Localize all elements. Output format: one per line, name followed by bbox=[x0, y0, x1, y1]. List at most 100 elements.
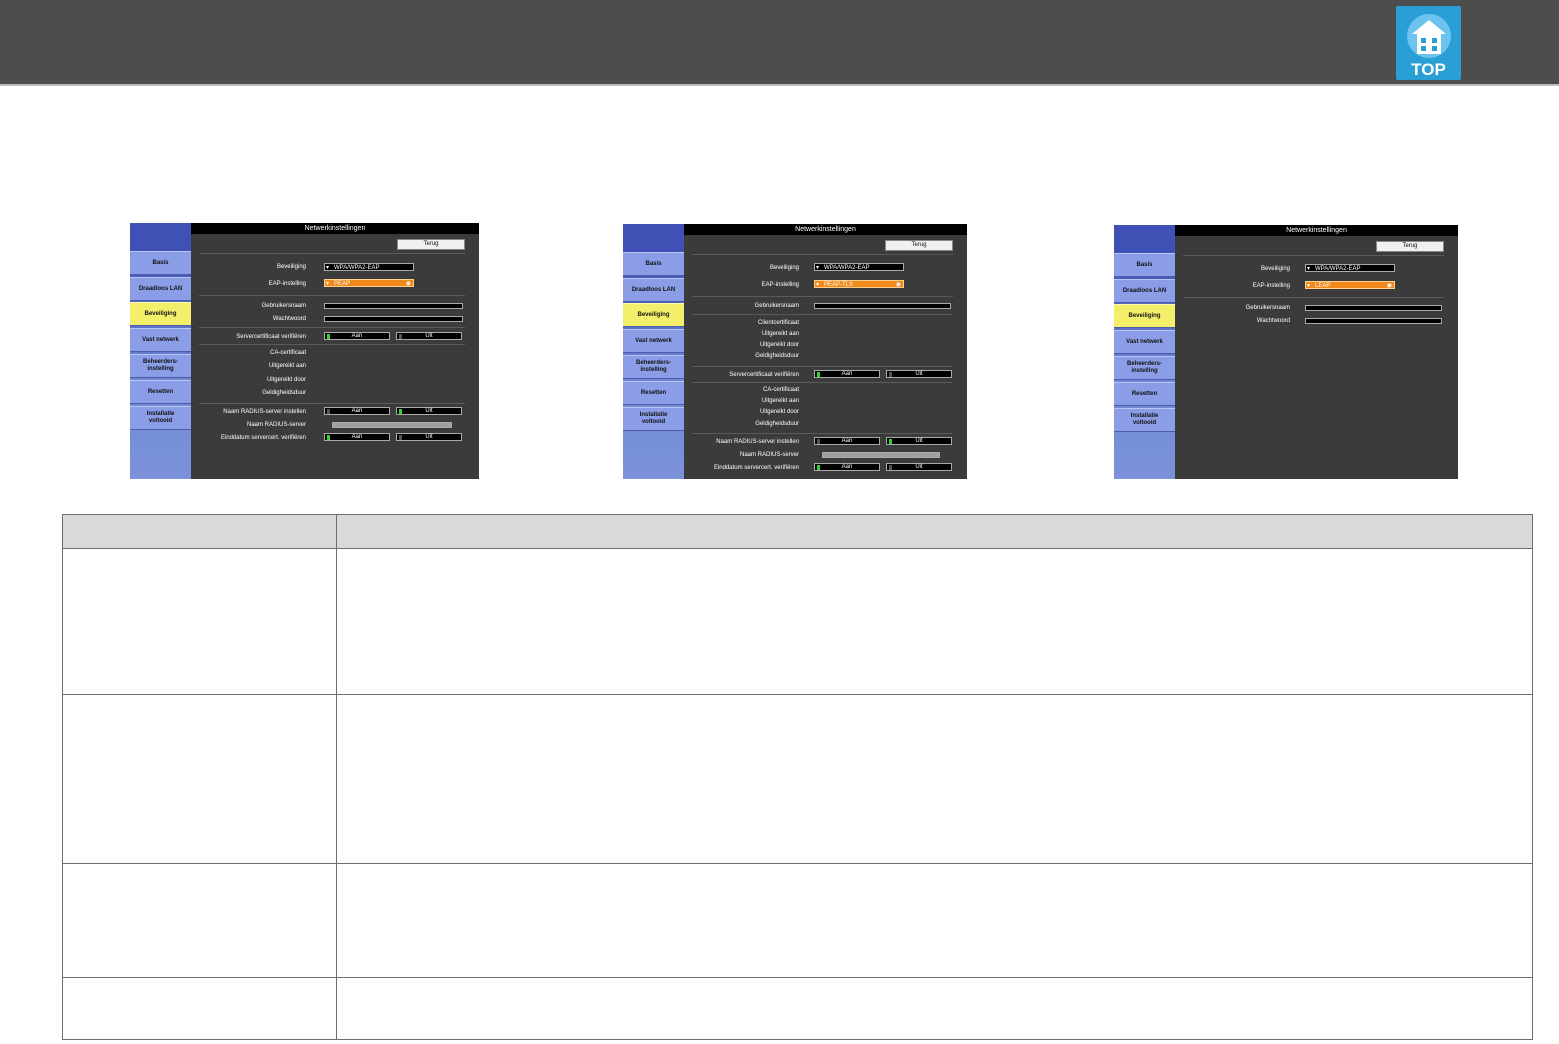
back-button[interactable]: Terug bbox=[397, 239, 465, 250]
tab-installatie-voltooid[interactable]: Installatie voltooid bbox=[1114, 408, 1175, 432]
tab-beheerders-instelling[interactable]: Beheerders- instelling bbox=[130, 354, 191, 378]
wachtwoord-input[interactable] bbox=[324, 316, 463, 322]
radius-uit-button[interactable]: Uit bbox=[886, 437, 952, 445]
dropdown-beveiliging[interactable]: WPA/WPA2-EAP bbox=[814, 263, 904, 272]
window-title: Netwerkinstellingen bbox=[684, 224, 967, 235]
radius-naam-input[interactable] bbox=[332, 422, 452, 428]
table-cell bbox=[62, 548, 337, 695]
dropdown-eap-instelling[interactable]: PEAP-TLS bbox=[814, 280, 904, 289]
dropdown-eap-instelling[interactable]: PEAP bbox=[324, 279, 414, 288]
table-header-row bbox=[62, 514, 1533, 549]
table-header-cell bbox=[336, 514, 1533, 549]
tab-installatie-voltooid[interactable]: Installatie voltooid bbox=[130, 406, 191, 430]
label-uitgereikt-aan-2: Uitgereikt aan bbox=[761, 398, 799, 404]
dropdown-eap-instelling[interactable]: LEAP bbox=[1305, 281, 1395, 290]
tab-installatie-voltooid[interactable]: Installatie voltooid bbox=[623, 407, 684, 431]
label-uitgereikt-aan: Uitgereikt aan bbox=[268, 363, 306, 369]
table-header-cell bbox=[62, 514, 337, 549]
tab-resetten[interactable]: Resetten bbox=[623, 381, 684, 405]
tab-basis[interactable]: Basis bbox=[623, 252, 684, 276]
label-gebruikersnaam: Gebruikersnaam bbox=[261, 303, 306, 309]
settings-panel: Netwerkinstellingen Terug Beveiliging WP… bbox=[1175, 225, 1458, 479]
tab-basis[interactable]: Basis bbox=[130, 251, 191, 275]
servercert-uit-button[interactable]: Uit bbox=[396, 332, 462, 340]
label-eap-instelling: EAP-instelling bbox=[268, 281, 306, 287]
table-cell bbox=[62, 977, 337, 1040]
sidebar: Basis Draadloos LAN Beveiliging Vast net… bbox=[623, 224, 684, 479]
tab-vast-netwerk[interactable]: Vast netwerk bbox=[1114, 330, 1175, 354]
wachtwoord-input[interactable] bbox=[1305, 318, 1442, 324]
toggle-indicator-icon bbox=[327, 435, 330, 440]
label-ca-certificaat: CA-certificaat bbox=[269, 350, 306, 356]
label-gebruikersnaam: Gebruikersnaam bbox=[754, 303, 799, 309]
gebruikersnaam-input[interactable] bbox=[1305, 305, 1442, 311]
toggle-indicator-icon bbox=[889, 439, 892, 444]
screenshot-peap: Basis Draadloos LAN Beveiliging Vast net… bbox=[130, 223, 479, 479]
toggle-indicator-icon bbox=[327, 409, 330, 414]
dropdown-beveiliging[interactable]: WPA/WPA2-EAP bbox=[1305, 264, 1395, 273]
radius-uit-button[interactable]: Uit bbox=[396, 407, 462, 415]
tab-resetten[interactable]: Resetten bbox=[1114, 382, 1175, 406]
label-uitgereikt-door: Uitgereikt door bbox=[266, 377, 306, 383]
label-clientcertificaat: Clientcertificaat bbox=[757, 320, 799, 326]
einddatum-uit-button[interactable]: Uit bbox=[886, 463, 952, 471]
label-geldigheidsduur: Geldigheidsduur bbox=[755, 353, 799, 359]
label-radius-instellen: Naam RADIUS-server instellen bbox=[223, 409, 306, 415]
table-cell bbox=[336, 694, 1533, 864]
radius-aan-button[interactable]: Aan bbox=[324, 407, 390, 415]
toggle-indicator-icon bbox=[399, 334, 402, 339]
label-servercertificaat-verifieren: Servercertificaat verifiëren bbox=[729, 372, 799, 378]
tab-basis[interactable]: Basis bbox=[1114, 253, 1175, 277]
toggle-indicator-icon bbox=[817, 372, 820, 377]
top-link-button[interactable]: TOP bbox=[1396, 6, 1461, 80]
radius-aan-button[interactable]: Aan bbox=[814, 437, 880, 445]
einddatum-aan-button[interactable]: Aan bbox=[814, 463, 880, 471]
table-row bbox=[62, 694, 1533, 864]
window-title: Netwerkinstellingen bbox=[191, 223, 479, 234]
gebruikersnaam-input[interactable] bbox=[324, 303, 463, 309]
servercert-uit-button[interactable]: Uit bbox=[886, 370, 952, 378]
tab-beheerders-instelling[interactable]: Beheerders- instelling bbox=[1114, 356, 1175, 380]
servercert-aan-button[interactable]: Aan bbox=[324, 332, 390, 340]
sidebar: Basis Draadloos LAN Beveiliging Vast net… bbox=[1114, 225, 1175, 479]
einddatum-aan-button[interactable]: Aan bbox=[324, 433, 390, 441]
label-radius-instellen: Naam RADIUS-server instellen bbox=[716, 439, 799, 445]
tab-beveiliging[interactable]: Beveiliging bbox=[130, 302, 191, 326]
label-geldigheidsduur: Geldigheidsduur bbox=[262, 390, 306, 396]
table-row bbox=[62, 548, 1533, 695]
gebruikersnaam-input[interactable] bbox=[814, 303, 951, 309]
label-eap-instelling: EAP-instelling bbox=[1252, 283, 1290, 289]
sidebar: Basis Draadloos LAN Beveiliging Vast net… bbox=[130, 223, 191, 479]
settings-panel: Netwerkinstellingen Terug Beveiliging WP… bbox=[684, 224, 967, 479]
toggle-indicator-icon bbox=[889, 372, 892, 377]
servercert-aan-button[interactable]: Aan bbox=[814, 370, 880, 378]
table-cell bbox=[336, 548, 1533, 695]
table-cell bbox=[62, 863, 337, 978]
toggle-indicator-icon bbox=[399, 409, 402, 414]
settings-panel: Netwerkinstellingen Terug Beveiliging WP… bbox=[191, 223, 479, 479]
top-label: TOP bbox=[1411, 60, 1446, 79]
back-button[interactable]: Terug bbox=[1376, 241, 1444, 252]
back-button[interactable]: Terug bbox=[885, 240, 953, 251]
tab-beveiliging[interactable]: Beveiliging bbox=[1114, 304, 1175, 328]
table-cell bbox=[336, 977, 1533, 1040]
label-beveiliging: Beveiliging bbox=[276, 264, 306, 270]
radius-naam-input[interactable] bbox=[822, 452, 940, 458]
tab-draadloos-lan[interactable]: Draadloos LAN bbox=[1114, 279, 1175, 303]
label-radius-naam: Naam RADIUS-server bbox=[246, 422, 306, 428]
label-wachtwoord: Wachtwoord bbox=[272, 316, 306, 322]
tab-vast-netwerk[interactable]: Vast netwerk bbox=[130, 328, 191, 352]
toggle-indicator-icon bbox=[817, 439, 820, 444]
tab-beveiliging[interactable]: Beveiliging bbox=[623, 303, 684, 327]
einddatum-uit-button[interactable]: Uit bbox=[396, 433, 462, 441]
table-cell bbox=[62, 694, 337, 864]
tab-resetten[interactable]: Resetten bbox=[130, 380, 191, 404]
label-wachtwoord: Wachtwoord bbox=[1256, 318, 1290, 324]
table-row bbox=[62, 863, 1533, 978]
tab-draadloos-lan[interactable]: Draadloos LAN bbox=[130, 277, 191, 301]
toggle-indicator-icon bbox=[889, 465, 892, 470]
tab-draadloos-lan[interactable]: Draadloos LAN bbox=[623, 278, 684, 302]
dropdown-beveiliging[interactable]: WPA/WPA2-EAP bbox=[324, 263, 414, 272]
tab-vast-netwerk[interactable]: Vast netwerk bbox=[623, 329, 684, 353]
tab-beheerders-instelling[interactable]: Beheerders- instelling bbox=[623, 355, 684, 379]
